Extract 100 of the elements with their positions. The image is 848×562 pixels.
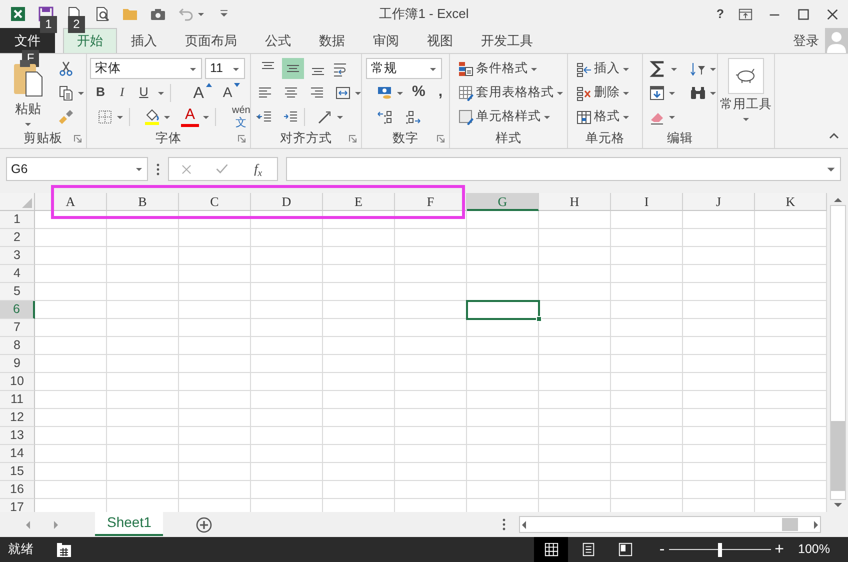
column-header[interactable]: J (683, 193, 755, 211)
ribbon-tab[interactable]: 开始 (63, 28, 117, 53)
row-header[interactable]: 4 (0, 265, 35, 283)
excel-logo-icon[interactable] (10, 6, 26, 22)
ribbon-options-icon[interactable] (738, 6, 753, 22)
format-painter-icon[interactable] (58, 108, 74, 124)
formula-input[interactable] (286, 157, 841, 181)
binoculars-icon[interactable] (690, 84, 706, 100)
file-tab[interactable]: 文件 (0, 28, 55, 53)
camera-icon[interactable] (150, 6, 166, 22)
scroll-thumb[interactable] (830, 421, 844, 491)
font-size-field[interactable]: 11 (205, 58, 245, 79)
zoom-in-button[interactable]: + (770, 542, 788, 558)
row-header[interactable]: 10 (0, 373, 35, 391)
bold-button[interactable]: B (90, 82, 112, 103)
ribbon-tab[interactable]: 审阅 (359, 28, 413, 53)
column-header[interactable]: G (467, 193, 539, 211)
horizontal-scrollbar[interactable] (519, 516, 822, 533)
maximize-icon[interactable] (796, 6, 811, 22)
orientation-icon[interactable] (317, 108, 333, 124)
fill-down-icon[interactable] (649, 84, 665, 100)
dialog-launcher-icon[interactable] (348, 134, 357, 143)
row-header[interactable]: 12 (0, 409, 35, 427)
zoom-level-text[interactable]: 100% (798, 540, 830, 559)
column-header[interactable]: K (755, 193, 827, 211)
dialog-launcher-icon[interactable] (73, 134, 82, 143)
scissors-icon[interactable] (58, 60, 74, 76)
column-header[interactable]: A (35, 193, 107, 211)
row-header[interactable]: 1 (0, 211, 35, 229)
sign-in-link[interactable]: 登录 (793, 30, 825, 50)
currency-icon[interactable] (377, 84, 393, 100)
vertical-scrollbar[interactable] (830, 205, 846, 500)
ribbon-tab[interactable]: 开发工具 (467, 28, 547, 53)
sheet-tab[interactable]: Sheet1 (95, 511, 164, 536)
percent-button[interactable]: % (407, 82, 430, 103)
insert-button[interactable]: 插入 (574, 58, 632, 79)
macro-record-icon[interactable] (56, 542, 72, 558)
comma-button[interactable]: , (433, 82, 448, 103)
row-header[interactable]: 17 (0, 499, 35, 512)
row-header[interactable]: 7 (0, 319, 35, 337)
row-header[interactable]: 13 (0, 427, 35, 445)
column-header[interactable]: I (611, 193, 683, 211)
more-icon[interactable] (502, 518, 506, 531)
increase-indent-icon[interactable] (283, 108, 299, 124)
align-center-icon[interactable] (283, 84, 299, 100)
shrink-font-button[interactable]: A (218, 82, 244, 103)
format-button[interactable]: 格式 (574, 106, 632, 127)
decrease-decimal-icon[interactable] (405, 108, 421, 124)
decrease-indent-icon[interactable] (257, 108, 273, 124)
close-icon[interactable] (825, 6, 840, 22)
conditional-format-button[interactable]: 条件格式 (456, 58, 540, 79)
row-header[interactable]: 14 (0, 445, 35, 463)
row-header[interactable]: 5 (0, 283, 35, 301)
italic-button[interactable]: I (114, 82, 130, 103)
dialog-launcher-icon[interactable] (436, 134, 445, 143)
sort-filter-icon[interactable] (690, 60, 706, 76)
caret-icon[interactable] (197, 10, 205, 18)
ribbon-tab[interactable]: 数据 (305, 28, 359, 53)
number-format-field[interactable]: 常规 (366, 58, 442, 79)
help-button[interactable]: ? (716, 4, 724, 24)
normal-view-button[interactable] (534, 537, 568, 562)
column-header[interactable]: B (107, 193, 179, 211)
wrap-text-icon[interactable] (332, 60, 348, 76)
delete-button[interactable]: 删除 (574, 82, 632, 103)
font-name-field[interactable]: 宋体 (90, 58, 202, 79)
row-header[interactable]: 9 (0, 355, 35, 373)
cell-styles-button[interactable]: 单元格样式 (456, 106, 553, 127)
underline-button[interactable]: U (133, 82, 154, 103)
column-header[interactable]: E (323, 193, 395, 211)
increase-decimal-icon[interactable] (377, 108, 393, 124)
dialog-launcher-icon[interactable] (237, 134, 246, 143)
column-header[interactable]: H (539, 193, 611, 211)
phonetic-guide-button[interactable]: wén 文 (230, 106, 252, 127)
row-header[interactable]: 11 (0, 391, 35, 409)
row-header[interactable]: 15 (0, 463, 35, 481)
more-icon[interactable] (156, 162, 160, 176)
column-header[interactable]: C (179, 193, 251, 211)
add-sheet-icon[interactable] (196, 516, 212, 532)
zoom-out-button[interactable]: - (655, 542, 669, 558)
merge-cells-icon[interactable] (335, 84, 351, 100)
active-cell[interactable] (466, 300, 540, 320)
middle-align-button[interactable] (282, 58, 304, 79)
table-format-button[interactable]: 套用表格格式 (456, 82, 566, 103)
scroll-thumb[interactable] (782, 518, 798, 531)
font-color-button[interactable]: A (181, 106, 200, 126)
slider-thumb[interactable] (718, 542, 722, 556)
column-header[interactable]: F (395, 193, 467, 211)
row-header[interactable]: 2 (0, 229, 35, 247)
ribbon-tab[interactable]: 公式 (251, 28, 305, 53)
borders-icon[interactable] (97, 108, 113, 124)
print-preview-icon[interactable] (94, 6, 110, 22)
column-header[interactable]: D (251, 193, 323, 211)
tools-button[interactable]: 常用工具 (718, 58, 774, 130)
align-left-icon[interactable] (257, 84, 273, 100)
row-header[interactable]: 6 (0, 301, 35, 319)
name-box[interactable]: G6 (6, 157, 148, 181)
ribbon-tab[interactable]: 视图 (413, 28, 467, 53)
grow-font-button[interactable]: A (189, 82, 216, 103)
row-header[interactable]: 16 (0, 481, 35, 499)
caret-icon[interactable] (135, 165, 143, 173)
